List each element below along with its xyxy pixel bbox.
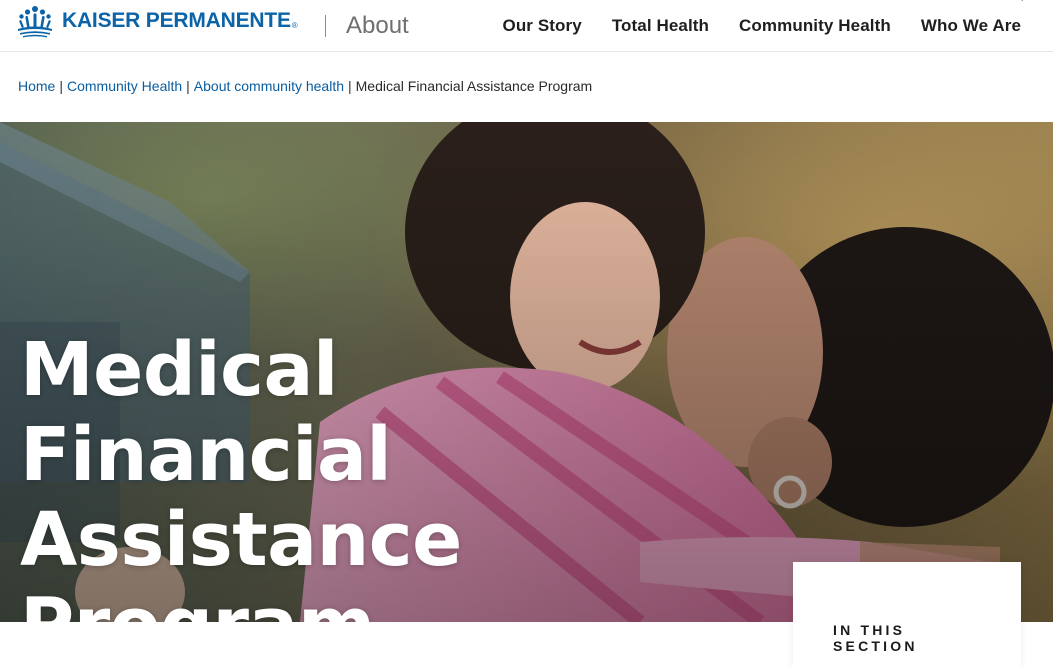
breadcrumb-separator: | — [59, 78, 63, 94]
in-this-section-card[interactable]: IN THIS SECTION — [793, 562, 1021, 667]
search-icon[interactable] — [1015, 0, 1027, 4]
main-nav: Our Story Total Health Community Health … — [503, 16, 1022, 36]
breadcrumb-community-health[interactable]: Community Health — [67, 78, 182, 94]
kp-logo-mark-icon — [18, 6, 52, 38]
title-line-2: Assistance — [20, 497, 462, 583]
breadcrumb-current: Medical Financial Assistance Program — [355, 78, 593, 94]
nav-who-we-are[interactable]: Who We Are — [921, 16, 1021, 36]
brand-wordmark: KAISER PERMANENTE ® — [62, 9, 298, 33]
page-title: Medical Financial Assistance Program — [20, 327, 720, 623]
section-card-line-2: SECTION — [833, 638, 918, 654]
nav-total-health[interactable]: Total Health — [612, 16, 709, 36]
header-divider — [325, 15, 326, 37]
breadcrumb-separator: | — [348, 78, 352, 94]
title-line-1: Medical Financial — [20, 327, 392, 498]
nav-our-story[interactable]: Our Story — [503, 16, 582, 36]
registered-mark: ® — [291, 21, 298, 30]
nav-community-health[interactable]: Community Health — [739, 16, 891, 36]
in-this-section-heading: IN THIS SECTION — [833, 622, 963, 654]
breadcrumb-home[interactable]: Home — [18, 78, 55, 94]
title-line-3: Program — [20, 583, 720, 623]
section-card-line-1: IN THIS — [833, 622, 906, 638]
hero-banner: Medical Financial Assistance Program — [0, 122, 1053, 622]
breadcrumb-separator: | — [186, 78, 190, 94]
section-label[interactable]: About — [346, 12, 409, 40]
site-header: KAISER PERMANENTE ® About Our Story Total… — [0, 0, 1053, 52]
brand-name: KAISER PERMANENTE — [62, 9, 291, 32]
breadcrumb-about-community-health[interactable]: About community health — [194, 78, 344, 94]
kaiser-permanente-logo[interactable]: KAISER PERMANENTE ® — [17, 4, 298, 38]
breadcrumb: Home | Community Health | About community he… — [18, 78, 592, 94]
